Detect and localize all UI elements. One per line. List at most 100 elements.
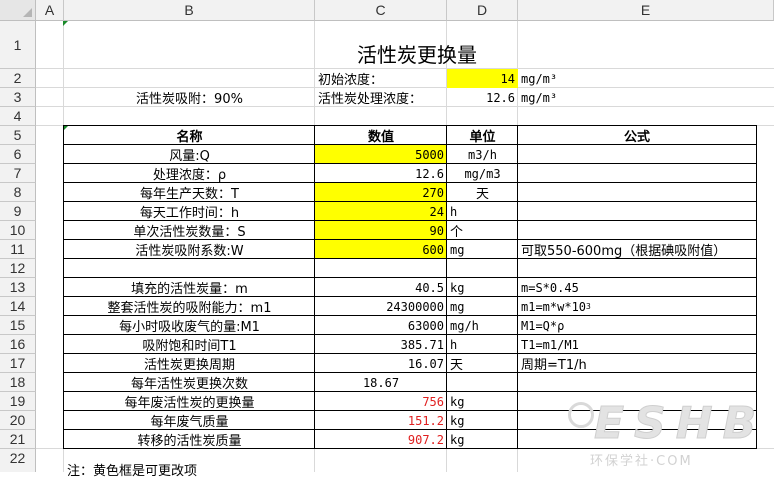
watermark-logo-icon bbox=[568, 402, 594, 428]
row-header[interactable]: 6 bbox=[0, 145, 36, 164]
table-cell-unit[interactable]: mg bbox=[447, 240, 518, 259]
column-header-e[interactable]: E bbox=[518, 0, 774, 21]
adsorption-rate-label: 活性炭吸附：90% bbox=[136, 92, 243, 107]
table-cell-name[interactable]: 吸附饱和时间T1 bbox=[64, 335, 315, 354]
table-cell-unit[interactable]: kg bbox=[447, 430, 518, 449]
table-cell-name[interactable]: 每年活性炭更换次数 bbox=[64, 373, 315, 392]
table-cell-value[interactable]: 270 bbox=[315, 183, 447, 202]
table-border bbox=[517, 125, 518, 449]
initial-concentration-value[interactable]: 14 bbox=[447, 69, 518, 88]
table-cell-name[interactable]: 整套活性炭的吸附能力：m1 bbox=[64, 297, 315, 316]
table-cell-empty[interactable] bbox=[64, 259, 315, 278]
table-cell-value[interactable]: 40.5 bbox=[315, 278, 447, 297]
table-border bbox=[63, 391, 757, 392]
row-header[interactable]: 8 bbox=[0, 183, 36, 202]
table-cell-unit[interactable]: 天 bbox=[447, 354, 518, 373]
table-cell-unit[interactable]: mg/m3 bbox=[447, 164, 518, 183]
select-all-corner[interactable] bbox=[0, 0, 36, 21]
row-header[interactable]: 21 bbox=[0, 430, 36, 449]
row-header[interactable]: 9 bbox=[0, 202, 36, 221]
table-cell-unit[interactable]: kg bbox=[447, 278, 518, 297]
table-cell-name[interactable]: 每年废气质量 bbox=[64, 411, 315, 430]
table-cell-unit[interactable]: mg bbox=[447, 297, 518, 316]
column-header-c[interactable]: C bbox=[315, 0, 447, 21]
table-cell-formula[interactable]: m1=m*w*10 3 bbox=[518, 297, 756, 316]
table-cell-value[interactable]: 907.2 bbox=[315, 430, 447, 449]
table-border bbox=[63, 125, 64, 449]
table-border bbox=[314, 125, 315, 449]
treated-concentration-label: 活性炭处理浓度： bbox=[318, 92, 423, 107]
row-header[interactable]: 3 bbox=[0, 88, 36, 107]
table-cell-value[interactable]: 18.67 bbox=[315, 373, 447, 392]
table-cell-unit[interactable]: h bbox=[447, 335, 518, 354]
column-header-d[interactable]: D bbox=[447, 0, 518, 21]
table-border bbox=[63, 277, 757, 278]
row-header[interactable]: 22 bbox=[0, 449, 36, 472]
table-cell-name[interactable]: 风量:Q bbox=[64, 145, 315, 164]
table-cell-value[interactable]: 63000 bbox=[315, 316, 447, 335]
row-header[interactable]: 19 bbox=[0, 392, 36, 411]
table-cell-unit[interactable]: m3/h bbox=[447, 145, 518, 164]
table-cell-name[interactable]: 活性炭更换周期 bbox=[64, 354, 315, 373]
table-header-formula: 公式 bbox=[623, 130, 650, 145]
table-cell-name[interactable]: 活性炭吸附系数:W bbox=[64, 240, 315, 259]
table-border bbox=[63, 258, 757, 259]
row-header[interactable]: 1 bbox=[0, 21, 36, 69]
table-cell-value[interactable]: 16.07 bbox=[315, 354, 447, 373]
row-header[interactable]: 5 bbox=[0, 126, 36, 145]
row-header[interactable]: 13 bbox=[0, 278, 36, 297]
row-header[interactable]: 4 bbox=[0, 107, 36, 126]
table-cell-name[interactable]: 处理浓度：ρ bbox=[64, 164, 315, 183]
row-header[interactable]: 11 bbox=[0, 240, 36, 259]
table-cell-unit[interactable]: kg bbox=[447, 411, 518, 430]
table-border bbox=[63, 144, 757, 145]
table-border bbox=[63, 182, 757, 183]
table-cell-value[interactable]: 90 bbox=[315, 221, 447, 240]
table-cell-name[interactable]: 转移的活性炭质量 bbox=[64, 430, 315, 449]
table-cell-value[interactable]: 600 bbox=[315, 240, 447, 259]
row-header[interactable]: 12 bbox=[0, 259, 36, 278]
table-border bbox=[63, 220, 757, 221]
treated-concentration-value: 12.6 bbox=[486, 90, 515, 105]
table-cell-formula[interactable]: 周期=T1/h bbox=[518, 354, 756, 373]
table-border bbox=[63, 296, 757, 297]
table-cell-unit[interactable]: h bbox=[447, 202, 518, 221]
row-header[interactable]: 17 bbox=[0, 354, 36, 373]
row-header[interactable]: 20 bbox=[0, 411, 36, 430]
table-cell-name[interactable]: 填充的活性炭量：m bbox=[64, 278, 315, 297]
table-border bbox=[63, 334, 757, 335]
table-cell-unit[interactable]: mg/h bbox=[447, 316, 518, 335]
table-cell-name[interactable]: 每年废活性炭的更换量 bbox=[64, 392, 315, 411]
table-cell-name[interactable]: 每年生产天数：T bbox=[64, 183, 315, 202]
table-cell-value[interactable]: 756 bbox=[315, 392, 447, 411]
table-cell-unit[interactable]: 个 bbox=[447, 221, 518, 240]
table-cell-value[interactable]: 24300000 bbox=[315, 297, 447, 316]
row-header[interactable]: 10 bbox=[0, 221, 36, 240]
row-header[interactable]: 16 bbox=[0, 335, 36, 354]
table-cell-value[interactable]: 24 bbox=[315, 202, 447, 221]
table-header-name: 名称 bbox=[176, 130, 203, 145]
table-border bbox=[63, 201, 757, 202]
table-border bbox=[63, 372, 757, 373]
table-cell-unit[interactable]: kg bbox=[447, 392, 518, 411]
table-cell-formula[interactable]: T1=m1/M1 bbox=[518, 335, 756, 354]
table-cell-value[interactable]: 5000 bbox=[315, 145, 447, 164]
row-header[interactable]: 14 bbox=[0, 297, 36, 316]
row-header[interactable]: 2 bbox=[0, 69, 36, 88]
table-cell-value[interactable]: 12.6 bbox=[315, 164, 447, 183]
table-cell-name[interactable]: 单次活性炭数量：S bbox=[64, 221, 315, 240]
column-header-a[interactable]: A bbox=[36, 0, 64, 21]
table-cell-name[interactable]: 每天工作时间：h bbox=[64, 202, 315, 221]
table-cell-formula[interactable]: 可取550-600mg（根据碘吸附值） bbox=[518, 240, 756, 259]
table-cell-value[interactable]: 151.2 bbox=[315, 411, 447, 430]
row-header[interactable]: 18 bbox=[0, 373, 36, 392]
row-header[interactable]: 7 bbox=[0, 164, 36, 183]
row-header[interactable]: 15 bbox=[0, 316, 36, 335]
table-cell-formula[interactable]: m=S*0.45 bbox=[518, 278, 756, 297]
table-cell-unit[interactable]: 天 bbox=[447, 183, 518, 202]
table-cell-name[interactable]: 每小时吸收废气的量:M1 bbox=[64, 316, 315, 335]
watermark-text: ESHB bbox=[593, 398, 767, 450]
table-cell-value[interactable]: 385.71 bbox=[315, 335, 447, 354]
table-cell-formula[interactable]: M1=Q*ρ bbox=[518, 316, 756, 335]
column-header-b[interactable]: B bbox=[64, 0, 315, 21]
